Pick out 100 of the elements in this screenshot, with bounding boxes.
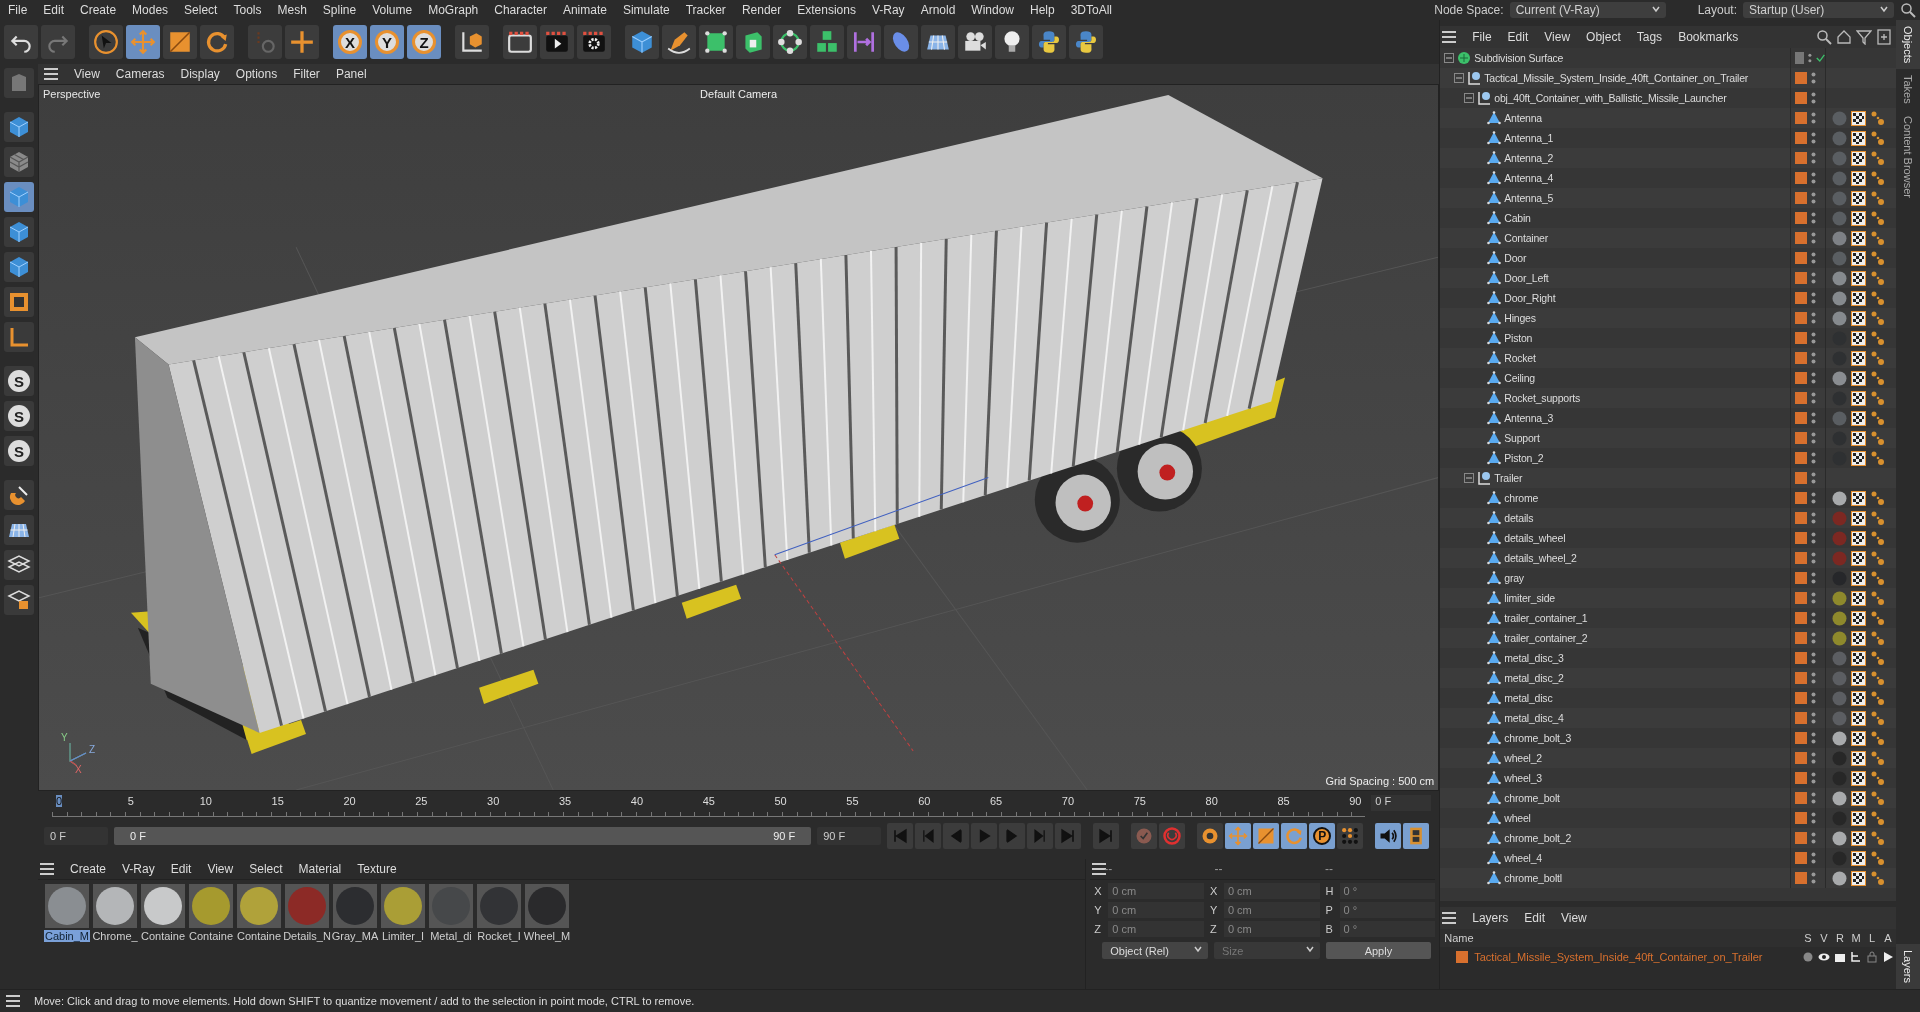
menu-item[interactable]: Panel bbox=[327, 67, 375, 81]
material-name[interactable]: Cabin_M bbox=[44, 930, 90, 942]
vertex-tag-icon[interactable] bbox=[1870, 370, 1885, 386]
coordinate-field[interactable]: 0 cm bbox=[1108, 921, 1204, 937]
checker-tag-icon[interactable] bbox=[1851, 430, 1866, 446]
visibility-dots-icon[interactable] bbox=[1811, 572, 1816, 584]
material-name[interactable]: Containe bbox=[188, 930, 235, 942]
checker-tag-icon[interactable] bbox=[1851, 290, 1866, 306]
menu-item[interactable]: Tracker bbox=[677, 3, 734, 17]
visibility-dots-icon[interactable] bbox=[1811, 772, 1816, 784]
axis-lock-button[interactable]: Y bbox=[370, 25, 404, 59]
undo-button[interactable] bbox=[4, 25, 38, 59]
python-button[interactable] bbox=[1032, 25, 1066, 59]
object-name[interactable]: Hinges bbox=[1504, 312, 1536, 324]
object-name[interactable]: Antenna_5 bbox=[1504, 192, 1554, 204]
axis-lock-button[interactable]: X bbox=[333, 25, 367, 59]
vertex-tag-icon[interactable] bbox=[1870, 530, 1885, 546]
material-tag-icon[interactable] bbox=[1832, 730, 1847, 746]
vertex-tag-icon[interactable] bbox=[1870, 490, 1885, 506]
checker-tag-icon[interactable] bbox=[1851, 230, 1866, 246]
object-name[interactable]: Door bbox=[1504, 252, 1527, 264]
visibility-dots-icon[interactable] bbox=[1811, 612, 1816, 624]
coordinate-field[interactable]: 0 ° bbox=[1339, 902, 1436, 918]
lock-icon[interactable] bbox=[1866, 951, 1878, 963]
menu-item[interactable]: Edit bbox=[1516, 911, 1553, 925]
vertex-tag-icon[interactable] bbox=[1870, 790, 1885, 806]
vertex-tag-icon[interactable] bbox=[1870, 250, 1885, 266]
grid-button[interactable] bbox=[4, 550, 34, 580]
menu-item[interactable]: Edit bbox=[1499, 30, 1537, 44]
rotate-button[interactable] bbox=[200, 25, 234, 59]
object-name[interactable]: metal_disc bbox=[1504, 692, 1553, 704]
object-name[interactable]: details bbox=[1504, 512, 1534, 524]
menu-item[interactable]: Layers bbox=[1464, 911, 1517, 925]
vertex-tag-icon[interactable] bbox=[1870, 310, 1885, 326]
checker-tag-icon[interactable] bbox=[1851, 110, 1866, 126]
floor-button[interactable] bbox=[4, 515, 34, 545]
material-name[interactable]: Containe bbox=[236, 930, 283, 942]
checker-tag-icon[interactable] bbox=[1851, 770, 1866, 786]
object-name[interactable]: metal_disc_2 bbox=[1504, 672, 1564, 684]
visibility-dots-icon[interactable] bbox=[1811, 732, 1816, 744]
object-name[interactable]: wheel_4 bbox=[1504, 852, 1542, 864]
menu-item[interactable]: Material bbox=[290, 862, 350, 876]
check-icon[interactable] bbox=[1815, 52, 1826, 64]
menu-item[interactable]: Simulate bbox=[614, 3, 678, 17]
material-preview[interactable] bbox=[141, 884, 185, 928]
vertex-tag-icon[interactable] bbox=[1870, 130, 1885, 146]
vertex-tag-icon[interactable] bbox=[1870, 650, 1885, 666]
checker-tag-icon[interactable] bbox=[1851, 610, 1866, 626]
menu-item[interactable]: Select bbox=[176, 3, 226, 17]
menu-item[interactable]: Create bbox=[62, 862, 115, 876]
checker-tag-icon[interactable] bbox=[1851, 370, 1866, 386]
object-name[interactable]: gray bbox=[1504, 572, 1524, 584]
vertex-tag-icon[interactable] bbox=[1870, 750, 1885, 766]
menu-item[interactable]: Object bbox=[1578, 30, 1629, 44]
visibility-dots-icon[interactable] bbox=[1811, 212, 1816, 224]
collapse-icon[interactable] bbox=[1454, 73, 1465, 83]
menu-item[interactable]: Tools bbox=[225, 3, 270, 17]
object-name[interactable]: trailer_container_1 bbox=[1504, 612, 1588, 624]
visibility-dots-icon[interactable] bbox=[1811, 552, 1816, 564]
render-settings-button[interactable] bbox=[577, 25, 611, 59]
menu-item[interactable]: View bbox=[1536, 30, 1579, 44]
vertex-tag-icon[interactable] bbox=[1870, 730, 1885, 746]
coordinate-field[interactable]: 0 ° bbox=[1339, 883, 1436, 899]
move-button[interactable] bbox=[1225, 823, 1252, 849]
material-name[interactable]: Limiter_I bbox=[380, 930, 426, 942]
object-name[interactable]: wheel_3 bbox=[1504, 772, 1542, 784]
material-tag-icon[interactable] bbox=[1832, 790, 1847, 806]
camera-button[interactable] bbox=[958, 25, 992, 59]
axis-lock-button[interactable]: Z bbox=[407, 25, 441, 59]
vertex-tag-icon[interactable] bbox=[1870, 810, 1885, 826]
textured-cube-button[interactable] bbox=[4, 147, 34, 177]
object-name[interactable]: chrome_boltl bbox=[1504, 872, 1562, 884]
object-name[interactable]: Rocket bbox=[1504, 352, 1536, 364]
object-name[interactable]: limiter_side bbox=[1504, 592, 1555, 604]
plus-button[interactable] bbox=[285, 25, 319, 59]
filter-icon[interactable] bbox=[1856, 29, 1872, 45]
visibility-dots-icon[interactable] bbox=[1811, 312, 1816, 324]
visibility-dots-icon[interactable] bbox=[1811, 692, 1816, 704]
checker-tag-icon[interactable] bbox=[1851, 270, 1866, 286]
visibility-dots-icon[interactable] bbox=[1811, 292, 1816, 304]
speaker-button[interactable] bbox=[1375, 823, 1402, 849]
hierarchy-icon[interactable] bbox=[1850, 951, 1862, 963]
vertex-tag-icon[interactable] bbox=[1870, 150, 1885, 166]
visibility-dots-icon[interactable] bbox=[1811, 412, 1816, 424]
visibility-dots-icon[interactable] bbox=[1811, 752, 1816, 764]
menu-item[interactable]: File bbox=[0, 3, 36, 17]
visibility-dots-icon[interactable] bbox=[1811, 632, 1816, 644]
checker-tag-icon[interactable] bbox=[1851, 210, 1866, 226]
cubes-button[interactable] bbox=[810, 25, 844, 59]
object-name[interactable]: obj_40ft_Container_with_Ballistic_Missile_Launcher bbox=[1494, 92, 1727, 104]
menu-icon[interactable] bbox=[6, 995, 20, 1007]
visibility-dots-icon[interactable] bbox=[1811, 792, 1816, 804]
menu-item[interactable]: V-Ray bbox=[863, 3, 913, 17]
end-frame-field[interactable]: 90 F bbox=[817, 827, 882, 845]
coordinate-field[interactable]: 0 ° bbox=[1339, 921, 1436, 937]
menu-item[interactable]: Help bbox=[1022, 3, 1063, 17]
object-name[interactable]: Rocket_supports bbox=[1504, 392, 1581, 404]
coordinate-system-button[interactable] bbox=[455, 25, 489, 59]
key-param-button[interactable]: P bbox=[1309, 823, 1336, 849]
checker-tag-icon[interactable] bbox=[1851, 750, 1866, 766]
